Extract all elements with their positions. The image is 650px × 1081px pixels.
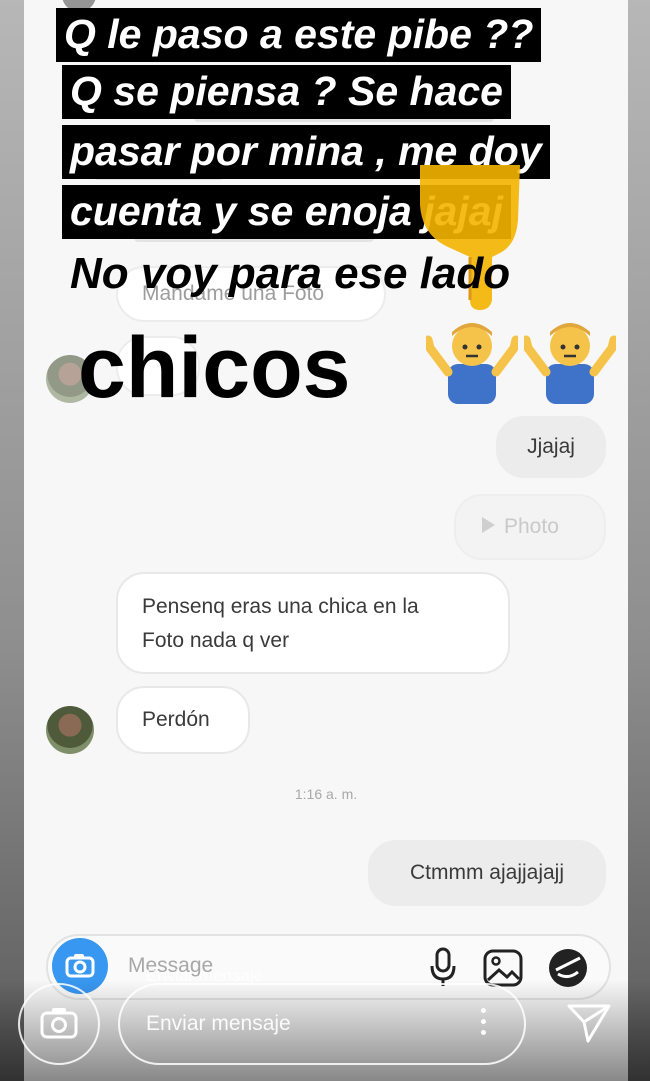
message-bubble-incoming[interactable]: Perdón bbox=[116, 686, 250, 754]
message-timestamp: 1:16 a. m. bbox=[294, 786, 358, 802]
photo-label: Photo bbox=[504, 515, 559, 538]
story-frame-left bbox=[0, 0, 26, 1081]
story-caption-big-word: chicos bbox=[78, 320, 351, 416]
story-frame-right bbox=[626, 0, 650, 1081]
photo-message-bubble[interactable]: Photo bbox=[454, 494, 606, 560]
story-caption-line: Q le paso a este pibe ?? bbox=[56, 8, 542, 62]
message-text: Perdón bbox=[142, 708, 210, 731]
message-bubble-incoming[interactable]: Pensenq eras una chica en la Foto nada q… bbox=[116, 572, 510, 674]
story-caption-line: Q se piensa ? Se hace bbox=[62, 65, 511, 119]
message-text-line: Foto nada q ver bbox=[142, 629, 290, 652]
story-camera-button[interactable] bbox=[18, 983, 100, 1065]
message-text: Jjajaj bbox=[527, 435, 575, 458]
message-bubble-outgoing[interactable]: Jjajaj bbox=[496, 416, 606, 478]
message-bubble-outgoing[interactable]: Ctmmm ajajjajajj bbox=[368, 840, 606, 906]
more-icon[interactable] bbox=[478, 1008, 488, 1040]
message-text-line: Pensenq eras una chica en la bbox=[142, 595, 419, 618]
story-reply-placeholder[interactable]: Enviar mensaje bbox=[146, 1012, 291, 1036]
man-shrugging-icon bbox=[426, 323, 518, 404]
contact-avatar[interactable] bbox=[46, 706, 94, 754]
send-icon[interactable] bbox=[566, 1002, 612, 1044]
story-caption-plain: No voy para ese lado bbox=[70, 249, 511, 298]
man-shrugging-icon bbox=[524, 323, 616, 404]
message-text: Ctmmm ajajjajajj bbox=[409, 861, 565, 884]
play-icon bbox=[482, 517, 495, 533]
camera-icon bbox=[40, 1008, 78, 1039]
